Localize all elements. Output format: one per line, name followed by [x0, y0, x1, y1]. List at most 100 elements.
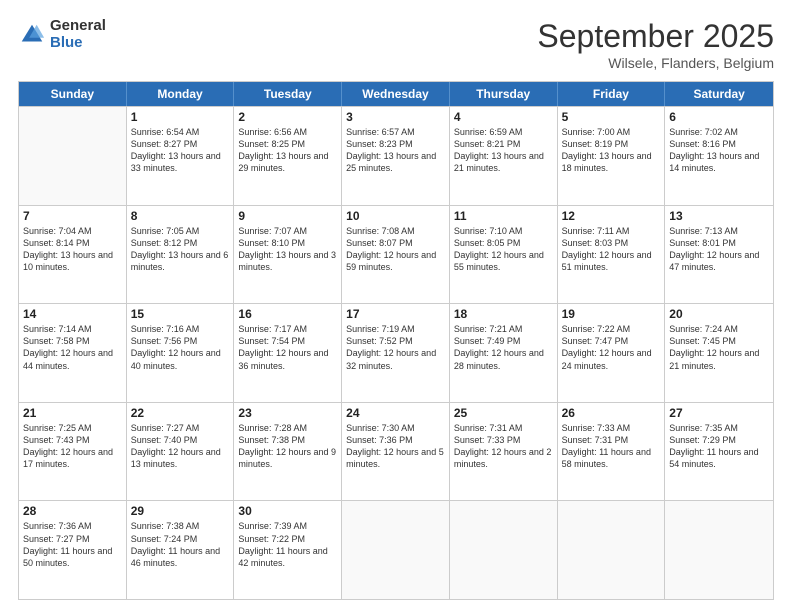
- cal-header-saturday: Saturday: [665, 82, 773, 106]
- cal-cell-4-4: [450, 501, 558, 599]
- cal-cell-4-0: 28 Sunrise: 7:36 AM Sunset: 7:27 PM Dayli…: [19, 501, 127, 599]
- cal-week-0: 1 Sunrise: 6:54 AM Sunset: 8:27 PM Daylig…: [19, 106, 773, 205]
- cal-cell-0-6: 6 Sunrise: 7:02 AM Sunset: 8:16 PM Daylig…: [665, 107, 773, 205]
- cal-cell-info: Sunrise: 7:33 AM Sunset: 7:31 PM Dayligh…: [562, 422, 661, 471]
- cal-cell-info: Sunrise: 7:10 AM Sunset: 8:05 PM Dayligh…: [454, 225, 553, 274]
- cal-cell-info: Sunrise: 7:25 AM Sunset: 7:43 PM Dayligh…: [23, 422, 122, 471]
- cal-week-2: 14Sunrise: 7:14 AM Sunset: 7:58 PM Dayli…: [19, 303, 773, 402]
- cal-day-num: 16: [238, 307, 337, 321]
- cal-cell-4-1: 29Sunrise: 7:38 AM Sunset: 7:24 PM Dayli…: [127, 501, 235, 599]
- cal-cell-info: Sunrise: 7:21 AM Sunset: 7:49 PM Dayligh…: [454, 323, 553, 372]
- cal-cell-info: Sunrise: 7:36 AM Sunset: 7:27 PM Dayligh…: [23, 520, 122, 569]
- cal-header-monday: Monday: [127, 82, 235, 106]
- cal-cell-info: Sunrise: 7:28 AM Sunset: 7:38 PM Dayligh…: [238, 422, 337, 471]
- cal-cell-0-2: 2 Sunrise: 6:56 AM Sunset: 8:25 PM Daylig…: [234, 107, 342, 205]
- cal-cell-3-0: 21 Sunrise: 7:25 AM Sunset: 7:43 PM Dayli…: [19, 403, 127, 501]
- cal-cell-info: Sunrise: 6:56 AM Sunset: 8:25 PM Dayligh…: [238, 126, 337, 175]
- cal-cell-info: Sunrise: 7:39 AM Sunset: 7:22 PM Dayligh…: [238, 520, 337, 569]
- cal-cell-1-3: 10 Sunrise: 7:08 AM Sunset: 8:07 PM Dayli…: [342, 206, 450, 304]
- cal-cell-1-1: 8Sunrise: 7:05 AM Sunset: 8:12 PM Daylig…: [127, 206, 235, 304]
- cal-header-sunday: Sunday: [19, 82, 127, 106]
- cal-cell-3-6: 27 Sunrise: 7:35 AM Sunset: 7:29 PM Dayli…: [665, 403, 773, 501]
- cal-header-wednesday: Wednesday: [342, 82, 450, 106]
- cal-cell-2-2: 16Sunrise: 7:17 AM Sunset: 7:54 PM Dayli…: [234, 304, 342, 402]
- title-location: Wilsele, Flanders, Belgium: [537, 55, 774, 71]
- cal-cell-4-2: 30 Sunrise: 7:39 AM Sunset: 7:22 PM Dayli…: [234, 501, 342, 599]
- cal-cell-info: Sunrise: 7:27 AM Sunset: 7:40 PM Dayligh…: [131, 422, 230, 471]
- cal-day-num: 22: [131, 406, 230, 420]
- cal-day-num: 12: [562, 209, 661, 223]
- cal-cell-4-3: [342, 501, 450, 599]
- cal-cell-0-4: 4Sunrise: 6:59 AM Sunset: 8:21 PM Daylig…: [450, 107, 558, 205]
- cal-cell-2-6: 20Sunrise: 7:24 AM Sunset: 7:45 PM Dayli…: [665, 304, 773, 402]
- cal-cell-3-4: 25 Sunrise: 7:31 AM Sunset: 7:33 PM Dayli…: [450, 403, 558, 501]
- cal-day-num: 26: [562, 406, 661, 420]
- cal-cell-info: Sunrise: 7:22 AM Sunset: 7:47 PM Dayligh…: [562, 323, 661, 372]
- cal-cell-4-5: [558, 501, 666, 599]
- cal-cell-3-3: 24 Sunrise: 7:30 AM Sunset: 7:36 PM Dayli…: [342, 403, 450, 501]
- cal-day-num: 6: [669, 110, 769, 124]
- cal-day-num: 9: [238, 209, 337, 223]
- cal-day-num: 10: [346, 209, 445, 223]
- cal-day-num: 25: [454, 406, 553, 420]
- logo-general-text: General: [50, 18, 106, 35]
- cal-cell-0-0: [19, 107, 127, 205]
- cal-day-num: 30: [238, 504, 337, 518]
- cal-header-friday: Friday: [558, 82, 666, 106]
- cal-day-num: 20: [669, 307, 769, 321]
- cal-cell-1-6: 13 Sunrise: 7:13 AM Sunset: 8:01 PM Dayli…: [665, 206, 773, 304]
- cal-header-thursday: Thursday: [450, 82, 558, 106]
- logo: General Blue: [18, 18, 106, 51]
- cal-cell-2-5: 19 Sunrise: 7:22 AM Sunset: 7:47 PM Dayli…: [558, 304, 666, 402]
- cal-cell-info: Sunrise: 7:16 AM Sunset: 7:56 PM Dayligh…: [131, 323, 230, 372]
- cal-cell-1-4: 11Sunrise: 7:10 AM Sunset: 8:05 PM Dayli…: [450, 206, 558, 304]
- cal-header-tuesday: Tuesday: [234, 82, 342, 106]
- cal-cell-2-0: 14Sunrise: 7:14 AM Sunset: 7:58 PM Dayli…: [19, 304, 127, 402]
- cal-cell-info: Sunrise: 7:05 AM Sunset: 8:12 PM Dayligh…: [131, 225, 230, 274]
- cal-cell-2-1: 15 Sunrise: 7:16 AM Sunset: 7:56 PM Dayli…: [127, 304, 235, 402]
- cal-day-num: 17: [346, 307, 445, 321]
- cal-cell-info: Sunrise: 7:00 AM Sunset: 8:19 PM Dayligh…: [562, 126, 661, 175]
- cal-day-num: 29: [131, 504, 230, 518]
- calendar-body: 1 Sunrise: 6:54 AM Sunset: 8:27 PM Daylig…: [19, 106, 773, 599]
- cal-cell-0-3: 3Sunrise: 6:57 AM Sunset: 8:23 PM Daylig…: [342, 107, 450, 205]
- cal-week-4: 28 Sunrise: 7:36 AM Sunset: 7:27 PM Dayli…: [19, 500, 773, 599]
- cal-cell-info: Sunrise: 7:13 AM Sunset: 8:01 PM Dayligh…: [669, 225, 769, 274]
- cal-day-num: 21: [23, 406, 122, 420]
- cal-day-num: 23: [238, 406, 337, 420]
- cal-cell-info: Sunrise: 7:04 AM Sunset: 8:14 PM Dayligh…: [23, 225, 122, 274]
- cal-day-num: 14: [23, 307, 122, 321]
- cal-day-num: 1: [131, 110, 230, 124]
- cal-day-num: 24: [346, 406, 445, 420]
- cal-cell-1-0: 7Sunrise: 7:04 AM Sunset: 8:14 PM Daylig…: [19, 206, 127, 304]
- cal-cell-2-4: 18 Sunrise: 7:21 AM Sunset: 7:49 PM Dayli…: [450, 304, 558, 402]
- cal-cell-info: Sunrise: 7:08 AM Sunset: 8:07 PM Dayligh…: [346, 225, 445, 274]
- calendar: SundayMondayTuesdayWednesdayThursdayFrid…: [18, 81, 774, 600]
- cal-day-num: 18: [454, 307, 553, 321]
- cal-day-num: 13: [669, 209, 769, 223]
- cal-cell-info: Sunrise: 6:54 AM Sunset: 8:27 PM Dayligh…: [131, 126, 230, 175]
- cal-cell-1-5: 12 Sunrise: 7:11 AM Sunset: 8:03 PM Dayli…: [558, 206, 666, 304]
- cal-cell-3-1: 22 Sunrise: 7:27 AM Sunset: 7:40 PM Dayli…: [127, 403, 235, 501]
- cal-day-num: 27: [669, 406, 769, 420]
- cal-day-num: 15: [131, 307, 230, 321]
- cal-cell-info: Sunrise: 7:07 AM Sunset: 8:10 PM Dayligh…: [238, 225, 337, 274]
- cal-cell-0-1: 1 Sunrise: 6:54 AM Sunset: 8:27 PM Daylig…: [127, 107, 235, 205]
- cal-day-num: 2: [238, 110, 337, 124]
- cal-cell-info: Sunrise: 7:35 AM Sunset: 7:29 PM Dayligh…: [669, 422, 769, 471]
- cal-day-num: 28: [23, 504, 122, 518]
- page: General Blue September 2025 Wilsele, Fla…: [0, 0, 792, 612]
- cal-cell-info: Sunrise: 7:02 AM Sunset: 8:16 PM Dayligh…: [669, 126, 769, 175]
- cal-cell-1-2: 9 Sunrise: 7:07 AM Sunset: 8:10 PM Daylig…: [234, 206, 342, 304]
- cal-cell-info: Sunrise: 7:31 AM Sunset: 7:33 PM Dayligh…: [454, 422, 553, 471]
- cal-cell-info: Sunrise: 7:11 AM Sunset: 8:03 PM Dayligh…: [562, 225, 661, 274]
- cal-day-num: 3: [346, 110, 445, 124]
- cal-cell-4-6: [665, 501, 773, 599]
- cal-day-num: 19: [562, 307, 661, 321]
- title-month: September 2025: [537, 18, 774, 55]
- logo-icon: [18, 21, 46, 49]
- logo-blue-text: Blue: [50, 35, 106, 52]
- cal-cell-info: Sunrise: 7:30 AM Sunset: 7:36 PM Dayligh…: [346, 422, 445, 471]
- cal-cell-info: Sunrise: 6:59 AM Sunset: 8:21 PM Dayligh…: [454, 126, 553, 175]
- cal-cell-0-5: 5Sunrise: 7:00 AM Sunset: 8:19 PM Daylig…: [558, 107, 666, 205]
